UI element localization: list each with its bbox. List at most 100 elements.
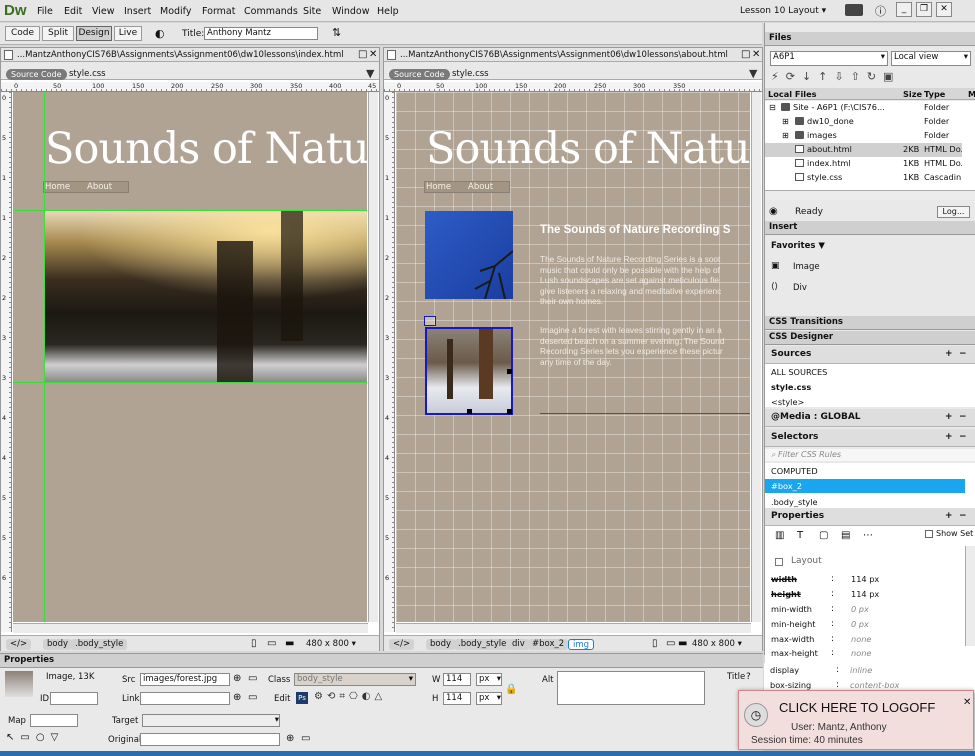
crop-icon[interactable]: ⌗ xyxy=(339,691,349,702)
point-to-file-icon[interactable]: ⊕ xyxy=(286,733,294,744)
height-input[interactable]: 114 xyxy=(443,692,471,705)
border-category-icon[interactable]: ▢ xyxy=(819,530,828,541)
resize-handle[interactable] xyxy=(507,409,512,414)
check-out-icon[interactable]: ⇩ xyxy=(834,70,850,83)
maximize-icon[interactable]: □ xyxy=(741,49,750,60)
document-title-input[interactable]: Anthony Mantz xyxy=(204,27,318,40)
prop-max-height-value[interactable]: none xyxy=(851,648,871,658)
text-category-icon[interactable]: T xyxy=(797,530,803,541)
close-document-icon[interactable]: ✕ xyxy=(752,49,760,60)
check-in-icon[interactable]: ⇧ xyxy=(851,70,867,83)
add-source-icon[interactable]: + xyxy=(945,346,953,363)
source-style-tag[interactable]: <style> xyxy=(771,397,804,407)
file-row-selected[interactable]: about.html2KBHTML Do...1 xyxy=(765,143,962,157)
source-all[interactable]: ALL SOURCES xyxy=(771,367,827,377)
file-row[interactable]: ⊞imagesFolder8 xyxy=(765,129,962,143)
logoff-title[interactable]: CLICK HERE TO LOGOFF xyxy=(779,700,935,715)
tag-div[interactable]: div xyxy=(508,639,529,650)
nav-about-link[interactable]: About xyxy=(87,182,112,192)
remove-source-icon[interactable]: − xyxy=(959,346,967,363)
file-transfer-icon[interactable]: ⇅ xyxy=(332,26,341,39)
prop-box-sizing-value[interactable]: content-box xyxy=(850,680,899,690)
width-unit-select[interactable]: px ▾ xyxy=(476,673,502,686)
class-select[interactable]: body_style ▾ xyxy=(294,673,416,686)
width-input[interactable]: 114 xyxy=(443,673,471,686)
nav-about-link[interactable]: About xyxy=(468,182,493,192)
source-style-css[interactable]: style.css xyxy=(771,382,811,392)
tablet-size-icon[interactable]: ▭ xyxy=(267,638,276,649)
sharpen-icon[interactable]: △ xyxy=(374,691,386,702)
desktop-size-icon[interactable]: ▬ xyxy=(678,638,687,649)
prop-height-value[interactable]: 114 px xyxy=(851,589,879,599)
vertical-scrollbar[interactable] xyxy=(368,92,378,622)
split-view-button[interactable]: Split xyxy=(42,26,74,41)
add-selector-icon[interactable]: + xyxy=(945,429,953,446)
update-icon[interactable]: ⟲ xyxy=(327,691,339,702)
related-file-style-css[interactable]: style.css xyxy=(452,69,489,79)
menu-window[interactable]: Window xyxy=(332,6,369,17)
prop-min-width-value[interactable]: 0 px xyxy=(851,604,869,614)
file-row[interactable]: index.html1KBHTML Do...1 xyxy=(765,157,962,171)
workspace-layout-switcher[interactable]: Lesson 10 Layout ▾ xyxy=(740,6,826,16)
tag-body-style[interactable]: .body_style xyxy=(71,639,128,650)
menu-help[interactable]: Help xyxy=(377,6,399,17)
insert-category-select[interactable]: Favorites ▼ xyxy=(771,241,825,251)
close-popup-icon[interactable]: ✕ xyxy=(963,697,971,708)
point-to-file-icon[interactable]: ⊕ xyxy=(233,673,241,684)
remove-selector-icon[interactable]: − xyxy=(959,429,967,446)
vertical-scrollbar[interactable] xyxy=(751,92,761,622)
file-row[interactable]: style.css1KBCascadin...1 xyxy=(765,171,962,185)
expand-icon[interactable]: ⊞ xyxy=(782,129,789,142)
selector-body-style[interactable]: .body_style xyxy=(771,497,818,507)
tag-img[interactable]: img xyxy=(568,639,595,650)
src-input[interactable]: images/forest.jpg xyxy=(140,673,230,686)
sync-settings-icon[interactable] xyxy=(845,4,863,16)
design-canvas[interactable]: Sounds of Nature Home About The Sounds o… xyxy=(396,92,750,622)
poly-hotspot-icon[interactable]: ▽ xyxy=(51,732,65,743)
menu-view[interactable]: View xyxy=(92,6,115,17)
mobile-size-icon[interactable]: ▯ xyxy=(251,638,257,649)
browse-folder-icon[interactable]: ▭ xyxy=(301,733,310,744)
properties-panel-title[interactable]: Properties xyxy=(4,655,54,665)
prop-width-value[interactable]: 114 px xyxy=(851,574,879,584)
source-code-tab[interactable]: Source Code xyxy=(389,69,450,80)
lock-icon[interactable]: 🔒 xyxy=(505,684,517,695)
menu-format[interactable]: Format xyxy=(202,6,235,17)
target-select[interactable]: ▾ xyxy=(142,714,280,727)
column-modified[interactable]: M xyxy=(968,89,975,99)
minimize-button[interactable]: _ xyxy=(896,2,912,17)
prop-display-value[interactable]: inline xyxy=(850,665,872,675)
original-input[interactable] xyxy=(140,733,280,746)
link-input[interactable] xyxy=(140,692,230,705)
prop-min-height-value[interactable]: 0 px xyxy=(851,619,869,629)
expand-icon[interactable]: ⊞ xyxy=(782,115,789,128)
menu-edit[interactable]: Edit xyxy=(64,6,82,17)
element-handle-icon[interactable] xyxy=(424,316,436,326)
sync-icon[interactable]: ↻ xyxy=(867,70,883,83)
tablet-size-icon[interactable]: ▭ xyxy=(666,638,675,649)
tag-body-style[interactable]: .body_style xyxy=(454,639,511,650)
code-tag-icon[interactable]: </> xyxy=(389,639,415,650)
properties-scrollbar[interactable] xyxy=(965,546,975,646)
window-size-select[interactable]: 480 x 800 ▾ xyxy=(692,639,742,649)
circle-hotspot-icon[interactable]: ○ xyxy=(36,732,51,743)
desktop-size-icon[interactable]: ▬ xyxy=(285,638,294,649)
design-canvas[interactable]: Sounds of Nature Home About xyxy=(13,92,367,622)
put-files-icon[interactable]: ↑ xyxy=(818,70,834,83)
rect-hotspot-icon[interactable]: ▭ xyxy=(20,732,35,743)
height-unit-select[interactable]: px ▾ xyxy=(476,692,502,705)
browse-folder-icon[interactable]: ▭ xyxy=(248,673,257,684)
code-tag-icon[interactable]: </> xyxy=(6,639,32,650)
column-type[interactable]: Type xyxy=(924,89,945,99)
point-to-file-icon[interactable]: ⊕ xyxy=(233,692,241,703)
photoshop-icon[interactable]: Ps xyxy=(296,692,308,704)
refresh-icon[interactable]: ⟳ xyxy=(786,70,802,83)
related-file-style-css[interactable]: style.css xyxy=(69,69,106,79)
preview-browser-icon[interactable]: ◐ xyxy=(155,27,165,40)
browse-folder-icon[interactable]: ▭ xyxy=(248,692,257,703)
tag-body[interactable]: body xyxy=(43,639,73,650)
document-tab-index[interactable]: ...MantzAnthonyCIS76B\Assignments\Assign… xyxy=(1,48,379,62)
sky-tree-image[interactable] xyxy=(425,211,514,300)
filter-icon[interactable]: ▼ xyxy=(366,67,374,80)
design-view-button[interactable]: Design xyxy=(76,26,112,41)
